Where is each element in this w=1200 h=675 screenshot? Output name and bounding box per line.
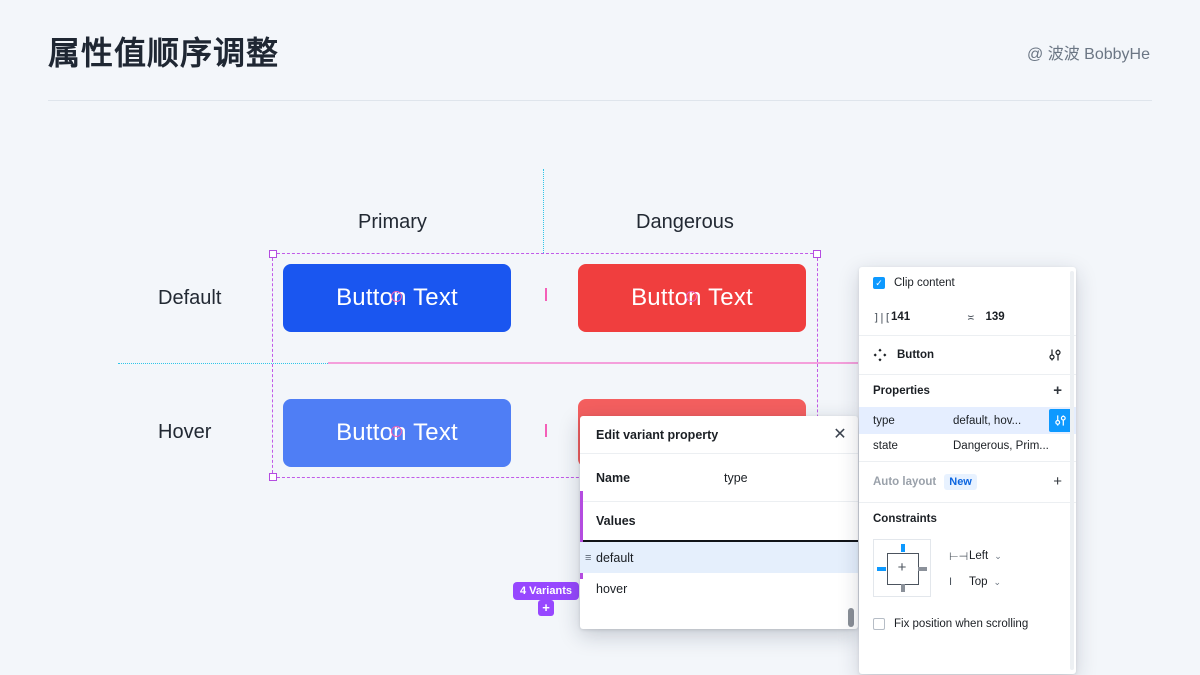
add-auto-layout-button[interactable]: + (1053, 475, 1062, 489)
constraint-vertical-value: Top (969, 576, 988, 588)
constraint-mark-top[interactable] (901, 544, 905, 552)
fix-position-checkbox[interactable] (873, 618, 885, 630)
column-label-dangerous: Dangerous (636, 211, 734, 234)
clip-content-row[interactable]: ✓ Clip content (873, 267, 1062, 299)
constraints-section: Constraints + ⊢⊣ Left ⌄ (859, 503, 1076, 639)
selection-handle-top-right[interactable] (813, 250, 821, 258)
constraint-center-icon: + (898, 561, 907, 575)
add-property-button[interactable]: + (1053, 384, 1062, 398)
slide-root: 属性值顺序调整 @ 波波 BobbyHe Primary Dangerous D… (0, 0, 1200, 675)
horizontal-resize-icon: ]|[ (873, 311, 891, 324)
add-variant-button[interactable]: + (538, 600, 554, 616)
panel-scrollbar[interactable] (1070, 271, 1074, 670)
size-row: ]|[ 141 ≍ 139 (873, 299, 1062, 335)
dialog-header: Edit variant property ✕ (580, 416, 858, 454)
dialog-name-row: Name type (580, 454, 858, 502)
property-key: type (873, 415, 953, 427)
properties-title: Properties (873, 385, 930, 397)
component-row[interactable]: Button (873, 336, 1062, 374)
fix-position-label: Fix position when scrolling (894, 618, 1028, 630)
constraints-body: + ⊢⊣ Left ⌄ I Top (859, 535, 1076, 609)
name-label: Name (596, 471, 724, 485)
row-label-default: Default (158, 287, 221, 310)
width-value: 141 (891, 311, 910, 323)
height-field[interactable]: ≍ 139 (968, 311, 1063, 324)
clip-content-label: Clip content (894, 277, 955, 289)
column-label-primary: Primary (358, 211, 427, 234)
vertical-resize-icon: ≍ (968, 311, 986, 324)
spacing-tick-bottom (545, 424, 547, 437)
new-badge: New (944, 474, 977, 490)
properties-header: Properties + (859, 375, 1076, 407)
vertical-guide (543, 169, 544, 253)
variants-icon[interactable] (1048, 348, 1062, 362)
slide-header: 属性值顺序调整 @ 波波 BobbyHe (0, 0, 1200, 101)
cursor-marker-icon (686, 291, 697, 302)
property-row-state[interactable]: state Dangerous, Prim... (859, 434, 1076, 461)
horizontal-constraint-icon: ⊢⊣ (949, 550, 969, 563)
close-icon[interactable]: ✕ (832, 427, 848, 443)
selection-handle-top-left[interactable] (269, 250, 277, 258)
name-value-input[interactable]: type (724, 471, 748, 485)
component-section: Button (859, 336, 1076, 375)
figma-canvas: Primary Dangerous Default Hover Button T… (0, 101, 1200, 675)
auto-layout-label: Auto layout (873, 476, 936, 488)
value-item-hover[interactable]: hover (580, 573, 858, 604)
page-title: 属性值顺序调整 (48, 28, 279, 74)
constraints-header: Constraints (859, 503, 1076, 535)
constraint-widget[interactable]: + (873, 539, 931, 597)
selection-handle-bottom-left[interactable] (269, 473, 277, 481)
row-label-hover: Hover (158, 421, 211, 444)
property-key: state (873, 440, 953, 452)
chevron-down-icon: ⌄ (994, 551, 1002, 562)
auto-layout-row: Auto layout New + (859, 462, 1076, 502)
drag-handle-icon[interactable]: ≡ (585, 552, 595, 564)
property-value: default, hov... (953, 415, 1049, 427)
constraint-vertical-select[interactable]: I Top ⌄ (949, 569, 1002, 595)
property-value: Dangerous, Prim... (953, 440, 1072, 452)
constraint-mark-right[interactable] (918, 567, 927, 571)
frame-section: ✓ Clip content ]|[ 141 ≍ 139 (859, 267, 1076, 336)
properties-section: Properties + type default, hov... (859, 375, 1076, 462)
constraint-mark-left[interactable] (877, 567, 886, 571)
constraint-horizontal-select[interactable]: ⊢⊣ Left ⌄ (949, 543, 1002, 569)
constraint-mark-bottom[interactable] (901, 584, 905, 592)
value-item-default[interactable]: ≡ default (580, 542, 858, 573)
constraint-fields: ⊢⊣ Left ⌄ I Top ⌄ (949, 539, 1002, 595)
cursor-marker-icon (391, 426, 402, 437)
clip-content-checkbox[interactable]: ✓ (873, 277, 885, 289)
component-set-icon (873, 348, 887, 362)
auto-layout-section: Auto layout New + (859, 462, 1076, 503)
spacing-measure-line (328, 362, 858, 364)
component-name: Button (897, 349, 1048, 361)
edit-variant-property-dialog: Edit variant property ✕ Name type Values… (580, 416, 858, 629)
variants-count-badge: 4 Variants (513, 582, 579, 600)
author-credit: @ 波波 BobbyHe (1027, 40, 1150, 64)
constraint-horizontal-value: Left (969, 550, 988, 562)
value-item-label: hover (596, 582, 627, 596)
fix-position-row[interactable]: Fix position when scrolling (859, 609, 1076, 639)
dialog-scrollbar-thumb[interactable] (848, 608, 854, 627)
values-label: Values (580, 502, 858, 542)
dialog-title: Edit variant property (596, 428, 718, 442)
property-row-type[interactable]: type default, hov... (859, 407, 1076, 434)
width-field[interactable]: ]|[ 141 (873, 311, 968, 324)
cursor-marker-icon (391, 291, 402, 302)
spacing-tick-top (545, 288, 547, 301)
inspector-panel: ✓ Clip content ]|[ 141 ≍ 139 (859, 267, 1076, 674)
edit-property-button[interactable] (1049, 409, 1072, 432)
height-value: 139 (986, 311, 1005, 323)
vertical-constraint-icon: I (949, 576, 969, 588)
chevron-down-icon: ⌄ (994, 577, 1002, 588)
value-item-label: default (596, 551, 634, 565)
